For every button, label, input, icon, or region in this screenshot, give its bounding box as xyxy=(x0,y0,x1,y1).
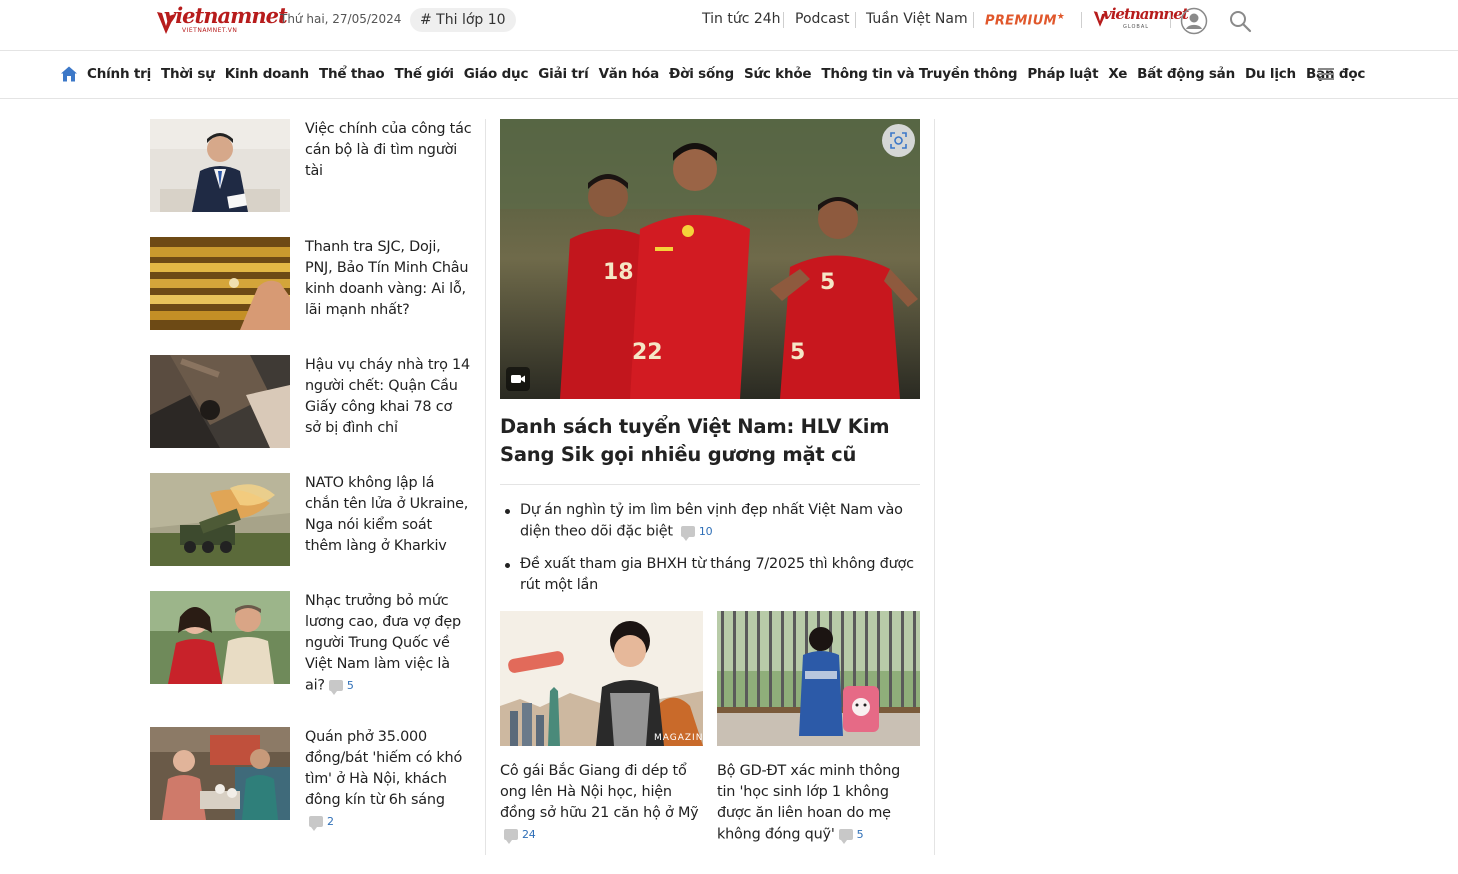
hamburger-menu-icon[interactable] xyxy=(1318,67,1334,81)
hero-headline[interactable]: Danh sách tuyển Việt Nam: HLV Kim Sang S… xyxy=(500,413,920,469)
vietnamnet-global-logo[interactable]: vietnamnet GLOBAL xyxy=(1093,4,1189,36)
premium-label: PREMIUM xyxy=(985,13,1057,29)
comment-number: 5 xyxy=(346,679,354,692)
article-thumbnail[interactable] xyxy=(150,119,290,212)
article-title[interactable]: Việc chính của công tác cán bộ là đi tìm… xyxy=(305,119,472,182)
list-item[interactable]: Đề xuất tham gia BHXH từ tháng 7/2025 th… xyxy=(500,554,920,596)
link-tuan-viet-nam[interactable]: Tuần Việt Nam xyxy=(866,11,968,27)
top-header: vietnamnet VIETNAMNET.VN Thứ hai, 27/05/… xyxy=(0,0,1458,51)
article-thumbnail[interactable] xyxy=(150,727,290,820)
video-badge xyxy=(506,367,530,391)
hero-image[interactable]: 18 22 5 5 xyxy=(500,119,920,399)
nav-item-the-gioi[interactable]: Thế giới xyxy=(395,66,454,82)
magazine-badge: MAGAZINE xyxy=(654,733,703,743)
comment-icon xyxy=(309,816,323,831)
divider xyxy=(855,12,856,28)
divider xyxy=(973,12,974,28)
nav-item-the-thao[interactable]: Thể thao xyxy=(319,66,385,82)
comment-count[interactable]: 2 xyxy=(309,811,334,832)
nav-item-van-hoa[interactable]: Văn hóa xyxy=(599,66,660,82)
related-headlines: Dự án nghìn tỷ im lìm bên vịnh đẹp nhất … xyxy=(500,500,920,607)
vietnamnet-logo[interactable]: vietnamnet VIETNAMNET.VN xyxy=(156,2,288,38)
comment-number: 10 xyxy=(698,525,713,538)
nav-item-giai-tri[interactable]: Giải trí xyxy=(538,66,588,82)
article-thumbnail[interactable]: MAGAZINE xyxy=(500,611,703,746)
article-thumbnail[interactable] xyxy=(150,473,290,566)
nav-item-thong-tin-truyen-thong[interactable]: Thông tin và Truyền thông xyxy=(821,66,1017,82)
jersey-number: 5 xyxy=(790,340,805,365)
divider xyxy=(500,484,920,485)
headline-text: Đề xuất tham gia BHXH từ tháng 7/2025 th… xyxy=(520,555,914,593)
nav-item-kinh-doanh[interactable]: Kinh doanh xyxy=(225,66,309,82)
comment-count[interactable]: 5 xyxy=(328,675,354,696)
divider xyxy=(1170,12,1171,28)
comment-count[interactable]: 5 xyxy=(838,824,864,845)
article-title-text: Quán phở 35.000 đồng/bát 'hiếm có khó tì… xyxy=(305,729,463,808)
comment-icon xyxy=(504,829,518,844)
article-title[interactable]: Thanh tra SJC, Doji, PNJ, Bảo Tín Minh C… xyxy=(305,237,472,321)
star-icon: ★ xyxy=(1056,12,1066,22)
nav-item-thoi-su[interactable]: Thời sự xyxy=(161,66,215,82)
jersey-number: 22 xyxy=(632,340,663,365)
jersey-number: 18 xyxy=(603,260,634,285)
article-thumbnail[interactable] xyxy=(717,611,920,746)
video-camera-icon xyxy=(511,375,525,383)
column-divider xyxy=(934,119,935,855)
global-logo-subtext: GLOBAL xyxy=(1123,24,1150,30)
nav-item-giao-duc[interactable]: Giáo dục xyxy=(464,66,529,82)
article-title[interactable]: Quán phở 35.000 đồng/bát 'hiếm có khó tì… xyxy=(305,727,472,833)
nav-item-chinh-tri[interactable]: Chính trị xyxy=(87,66,151,82)
article-thumbnail[interactable] xyxy=(150,237,290,330)
hashtag-pill[interactable]: # Thi lớp 10 xyxy=(410,8,516,32)
search-icon[interactable] xyxy=(1228,9,1252,33)
home-icon[interactable] xyxy=(60,65,78,83)
image-search-button[interactable] xyxy=(882,124,915,157)
comment-number: 5 xyxy=(856,828,864,841)
nav-item-phap-luat[interactable]: Pháp luật xyxy=(1027,66,1098,82)
column-divider xyxy=(485,119,486,855)
article-card[interactable]: MAGAZINE Cô gái Bắc Giang đi dép tổ ong … xyxy=(500,611,703,846)
nav-item-doi-song[interactable]: Đời sống xyxy=(669,66,734,82)
jersey-number: 5 xyxy=(820,270,835,295)
nav-item-bat-dong-san[interactable]: Bất động sản xyxy=(1137,66,1235,82)
global-logo-text: vietnamnet xyxy=(1103,5,1189,23)
nav-item-suc-khoe[interactable]: Sức khỏe xyxy=(744,66,812,82)
user-account-icon[interactable] xyxy=(1180,7,1208,35)
article-title[interactable]: Bộ GD-ĐT xác minh thông tin 'học sinh lớ… xyxy=(717,761,920,846)
comment-number: 24 xyxy=(522,828,536,841)
comment-icon xyxy=(328,680,343,695)
comment-icon xyxy=(680,526,695,541)
current-date: Thứ hai, 27/05/2024 xyxy=(280,12,402,26)
scan-icon xyxy=(890,132,907,149)
comment-number: 2 xyxy=(327,815,334,828)
divider xyxy=(1081,12,1082,28)
premium-link[interactable]: PREMIUM★ xyxy=(985,12,1065,28)
article-title[interactable]: Hậu vụ cháy nhà trọ 14 người chết: Quận … xyxy=(305,355,472,439)
article-thumbnail[interactable] xyxy=(150,591,290,684)
comment-icon xyxy=(838,829,853,844)
comment-count[interactable]: 10 xyxy=(680,521,713,542)
main-navigation: Chính trị Thời sự Kinh doanh Thể thao Th… xyxy=(0,51,1458,99)
link-tin-tuc-24h[interactable]: Tin tức 24h xyxy=(702,11,781,27)
nav-item-ban-doc[interactable]: Bạn đọc xyxy=(1306,66,1365,82)
divider xyxy=(783,12,784,28)
article-title[interactable]: Cô gái Bắc Giang đi dép tổ ong lên Hà Nộ… xyxy=(500,761,703,846)
logo-subtext: VIETNAMNET.VN xyxy=(182,27,238,34)
nav-item-xe[interactable]: Xe xyxy=(1108,66,1127,82)
article-title-text: Cô gái Bắc Giang đi dép tổ ong lên Hà Nộ… xyxy=(500,763,699,821)
article-title[interactable]: Nhạc trưởng bỏ mức lương cao, đưa vợ đẹp… xyxy=(305,591,472,697)
comment-count[interactable]: 24 xyxy=(504,824,536,845)
article-title[interactable]: NATO không lập lá chắn tên lửa ở Ukraine… xyxy=(305,473,472,557)
article-thumbnail[interactable] xyxy=(150,355,290,448)
link-podcast[interactable]: Podcast xyxy=(795,11,849,27)
list-item[interactable]: Dự án nghìn tỷ im lìm bên vịnh đẹp nhất … xyxy=(500,500,920,543)
nav-item-du-lich[interactable]: Du lịch xyxy=(1245,66,1296,82)
article-title-text: Bộ GD-ĐT xác minh thông tin 'học sinh lớ… xyxy=(717,763,901,843)
logo-text: vietnamnet xyxy=(164,3,288,28)
nav-list: Chính trị Thời sự Kinh doanh Thể thao Th… xyxy=(87,66,1365,82)
article-card[interactable]: Bộ GD-ĐT xác minh thông tin 'học sinh lớ… xyxy=(717,611,920,846)
